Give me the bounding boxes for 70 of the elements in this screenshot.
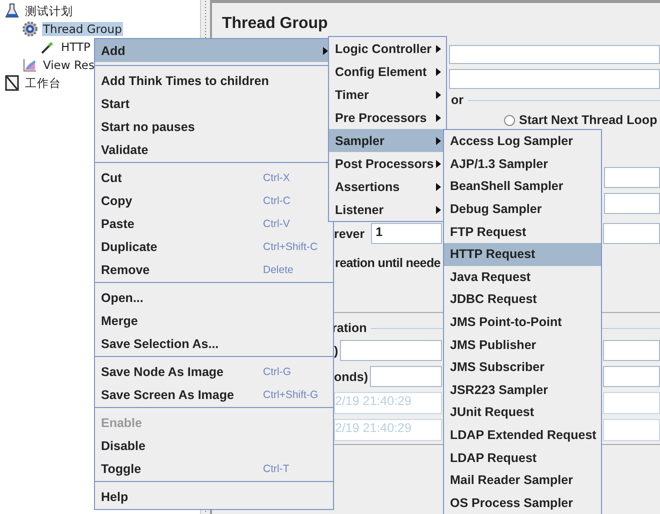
checkbox-label: reation until neede	[335, 256, 440, 272]
menu-item[interactable]: Remove Delete	[95, 258, 333, 281]
text-field[interactable]	[603, 366, 660, 387]
menu-item[interactable]: Disable	[95, 434, 333, 457]
pipette-icon	[40, 39, 56, 55]
menu-item[interactable]: AJP/1.3 Sampler	[444, 152, 601, 176]
graph-icon	[22, 57, 38, 73]
menu-item[interactable]: LDAP Request	[444, 446, 601, 469]
tree-item[interactable]: 测试计划	[24, 4, 74, 18]
shortcut-text: Ctrl-G	[263, 366, 291, 378]
menu-item[interactable]: Sampler	[329, 129, 446, 152]
tree-item[interactable]: 工作台	[24, 76, 62, 90]
shortcut-text: Ctrl+Shift-G	[263, 388, 318, 400]
flask-icon	[4, 3, 20, 19]
menu-item[interactable]: HTTP Request	[444, 242, 601, 266]
menu-item[interactable]: JMS Subscriber	[444, 356, 601, 379]
text-field[interactable]	[603, 392, 660, 414]
menu-item[interactable]: Java Request	[444, 266, 601, 288]
group-legend: or	[451, 93, 464, 107]
menu-item[interactable]: JUnit Request	[444, 401, 601, 424]
menu-item[interactable]: Pre Processors	[329, 106, 446, 129]
menu-item[interactable]: BeanShell Sampler	[444, 175, 601, 198]
menu-item[interactable]: Access Log Sampler	[444, 130, 601, 153]
menu-item[interactable]: Duplicate Ctrl+Shift-C	[95, 235, 333, 258]
menu-item[interactable]: Mail Reader Sampler	[444, 468, 601, 492]
tree-item[interactable]: HTTP	[60, 40, 92, 54]
menu-item[interactable]: Save Selection As...	[95, 332, 333, 355]
tree-item[interactable]: View Res	[42, 58, 96, 72]
menu-item[interactable]: Config Element	[329, 60, 446, 83]
shortcut-text: Ctrl-C	[263, 194, 290, 206]
duration-label: )	[334, 344, 338, 358]
tree-item[interactable]: Thread Group	[42, 22, 123, 36]
text-field[interactable]	[603, 340, 660, 361]
text-field[interactable]	[603, 223, 660, 244]
menu-item[interactable]: OS Process Sampler	[444, 492, 601, 514]
menu-item[interactable]: Toggle Ctrl-T	[95, 457, 333, 480]
menu-item[interactable]: JMS Point-to-Point	[444, 310, 601, 334]
shortcut-text: Ctrl-X	[263, 172, 290, 184]
startup-delay-label: onds)	[334, 370, 368, 384]
shortcut-text: Delete	[263, 264, 294, 276]
radio-label: Start Next Thread Loop	[519, 113, 658, 127]
menu-item[interactable]: Help	[95, 485, 333, 508]
menu-item[interactable]: JDBC Request	[444, 288, 601, 311]
comments-field[interactable]	[449, 69, 660, 89]
menu-item[interactable]: JSR223 Sampler	[444, 378, 601, 402]
loop-label: rever	[334, 226, 365, 240]
menu-item[interactable]: Save Node As Image Ctrl-G	[95, 360, 333, 383]
shortcut-text: Ctrl-V	[263, 218, 290, 230]
menu-item[interactable]: Debug Sampler	[444, 198, 601, 220]
gear-icon	[22, 21, 38, 37]
menu-item[interactable]: Timer	[329, 83, 446, 106]
menu-item[interactable]: JMS Publisher	[444, 333, 601, 356]
text-field[interactable]	[603, 419, 660, 441]
loop-count-field[interactable]: 1	[370, 223, 442, 244]
menu-item[interactable]: Paste Ctrl-V	[95, 212, 333, 235]
radio-button[interactable]	[504, 114, 515, 126]
menu-item[interactable]: FTP Request	[444, 220, 601, 243]
menu-item[interactable]: Open...	[95, 286, 333, 309]
text-field[interactable]	[604, 193, 660, 214]
text-field[interactable]	[604, 167, 660, 188]
menu-item[interactable]: LDAP Extended Request	[444, 424, 601, 446]
menu-item[interactable]: Merge	[95, 309, 333, 332]
menu-item[interactable]: Save Screen As Image Ctrl+Shift-G	[95, 383, 333, 406]
notebook-icon	[4, 75, 20, 91]
shortcut-text: Ctrl+Shift-C	[263, 240, 318, 252]
startup-delay-field[interactable]	[370, 366, 442, 387]
panel-title: Thread Group	[222, 15, 329, 34]
duration-field[interactable]	[340, 340, 442, 361]
shortcut-text: Ctrl-T	[263, 462, 290, 474]
name-field[interactable]	[449, 45, 660, 64]
